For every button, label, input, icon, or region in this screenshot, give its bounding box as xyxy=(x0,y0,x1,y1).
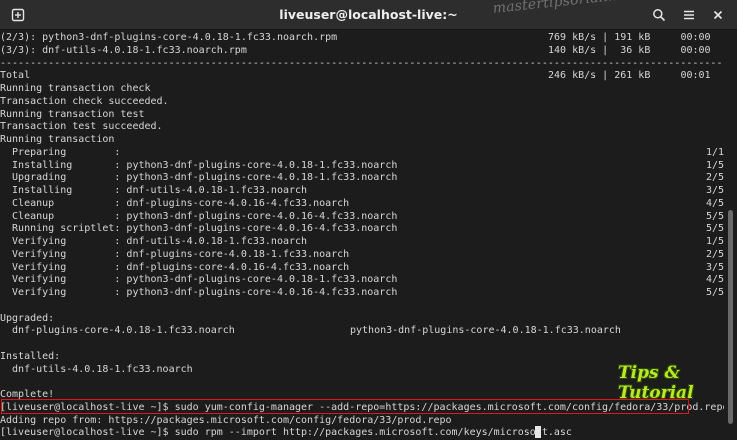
terminal-line-text: python3-dnf-plugins-core-4.0.18-1.fc33.n… xyxy=(350,325,621,337)
terminal-line: Transaction test succeeded. xyxy=(0,121,724,134)
close-icon xyxy=(713,10,723,20)
close-button[interactable] xyxy=(706,3,730,27)
terminal-line-text: 5/5 xyxy=(706,287,724,298)
terminal-line-text: 1/5 xyxy=(706,159,724,171)
terminal-line: Complete! xyxy=(0,389,724,402)
terminal-line-text: Verifying : dnf-plugins-core-4.0.18-1.fc… xyxy=(0,248,350,260)
terminal-line: Cleanup : dnf-plugins-core-4.0.16-4.fc33… xyxy=(0,198,724,211)
terminal-line: Running scriptlet: python3-dnf-plugins-c… xyxy=(0,223,724,236)
terminal-line-text: Transaction check succeeded. xyxy=(0,95,169,107)
terminal-line-text: Complete! xyxy=(0,389,55,400)
terminal-line-text: 1/5 xyxy=(706,236,724,247)
terminal-line: [liveuser@localhost-live ~]$ sudo rpm --… xyxy=(0,427,724,440)
terminal-line-text: 2/5 xyxy=(706,172,724,184)
terminal-line: Running transaction test xyxy=(0,109,724,122)
terminal-line-text: Upgrading : python3-dnf-plugins-core-4.0… xyxy=(0,172,398,184)
terminal-scrollbar[interactable] xyxy=(727,34,735,438)
terminal-line: Verifying : dnf-utils-4.0.18-1.fc33.noar… xyxy=(0,236,724,249)
terminal-line-text: 1/1 xyxy=(706,146,724,158)
terminal-line-text: (3/3): dnf-utils-4.0.18-1.fc33.noarch.rp… xyxy=(0,44,247,56)
terminal-line-text: Verifying : python3-dnf-plugins-core-4.0… xyxy=(0,274,398,286)
terminal-line-text: Transaction test succeeded. xyxy=(0,121,163,133)
terminal-line: Verifying : python3-dnf-plugins-core-4.0… xyxy=(0,287,724,300)
terminal-line: dnf-plugins-core-4.0.18-1.fc33.noarch pyt… xyxy=(0,325,724,338)
new-tab-button[interactable] xyxy=(5,3,31,27)
terminal-line-text: Total xyxy=(0,70,31,82)
terminal-line: dnf-utils-4.0.18-1.fc33.noarch xyxy=(0,364,724,377)
terminal-line-text: 4/5 xyxy=(706,274,724,286)
terminal-line: Installing : python3-dnf-plugins-core-4.… xyxy=(0,160,724,173)
terminal-line-text: 5/5 xyxy=(706,210,724,222)
terminal-line-text: Running transaction check xyxy=(0,83,151,94)
terminal-line-text: Installing : python3-dnf-plugins-core-4.… xyxy=(0,159,398,171)
new-tab-icon xyxy=(11,8,25,22)
terminal-line: (3/3): dnf-utils-4.0.18-1.fc33.noarch.rp… xyxy=(0,45,724,58)
terminal-line-text: dnf-plugins-core-4.0.18-1.fc33.noarch xyxy=(0,325,235,337)
terminal-line-text: (2/3): python3-dnf-plugins-core-4.0.18-1… xyxy=(0,32,338,43)
terminal-line: (2/3): python3-dnf-plugins-core-4.0.18-1… xyxy=(0,32,724,45)
terminal-line-text: 4/5 xyxy=(706,197,724,209)
terminal-line-text: Verifying : dnf-utils-4.0.18-1.fc33.noar… xyxy=(0,236,308,247)
terminal-line: Running transaction xyxy=(0,134,724,147)
search-icon xyxy=(653,9,666,22)
terminal-line: Preparing : 1/1 xyxy=(0,147,724,160)
terminal-line: Verifying : dnf-plugins-core-4.0.18-1.fc… xyxy=(0,249,724,262)
terminal-line-text: 5/5 xyxy=(706,223,724,235)
terminal-line-text: Installing : dnf-utils-4.0.18-1.fc33.noa… xyxy=(0,185,308,196)
terminal-line: Total 246 kB/s | 261 kB 00:01 xyxy=(0,70,724,83)
terminal-line-text: 769 kB/s | 191 kB 00:00 xyxy=(548,32,711,43)
terminal-line: Verifying : python3-dnf-plugins-core-4.0… xyxy=(0,274,724,287)
terminal-line-text: Upgraded: xyxy=(0,312,55,324)
terminal-line-text: dnf-utils-4.0.18-1.fc33.noarch xyxy=(0,363,193,375)
terminal-line-text: Verifying : dnf-plugins-core-4.0.16-4.fc… xyxy=(0,261,350,273)
terminal-line-text: 140 kB/s | 36 kB 00:00 xyxy=(548,44,711,56)
terminal-line: ----------------------------------------… xyxy=(0,58,724,71)
terminal-line-text: ----------------------------------------… xyxy=(0,57,723,69)
terminal-line: Cleanup : python3-dnf-plugins-core-4.0.1… xyxy=(0,211,724,224)
terminal-line-text: Running transaction test xyxy=(0,108,145,120)
terminal-line: Verifying : dnf-plugins-core-4.0.16-4.fc… xyxy=(0,262,724,275)
terminal-line: Adding repo from: https://packages.micro… xyxy=(0,415,724,428)
terminal-line-text: 3/5 xyxy=(706,261,724,273)
terminal-output[interactable]: (2/3): python3-dnf-plugins-core-4.0.18-1… xyxy=(0,32,724,440)
terminal-line-text: 246 kB/s | 261 kB 00:01 xyxy=(548,70,711,82)
terminal-line-text: Cleanup : python3-dnf-plugins-core-4.0.1… xyxy=(0,210,398,222)
terminal-line: [liveuser@localhost-live ~]$ sudo yum-co… xyxy=(0,402,724,415)
text-cursor xyxy=(535,426,541,438)
terminal-line-text: Running transaction xyxy=(0,134,115,145)
terminal-line: Upgraded: xyxy=(0,313,724,326)
terminal-line: Upgrading : python3-dnf-plugins-core-4.0… xyxy=(0,172,724,185)
terminal-line-text: 3/5 xyxy=(706,185,724,196)
terminal-line-text: Cleanup : dnf-plugins-core-4.0.16-4.fc33… xyxy=(0,197,350,209)
hamburger-menu-icon xyxy=(684,10,694,20)
terminal-line-text: Verifying : python3-dnf-plugins-core-4.0… xyxy=(0,287,398,298)
window-title: liveuser@localhost-live:~ xyxy=(279,7,458,22)
terminal-line-text: [liveuser@localhost-live ~]$ sudo yum-co… xyxy=(0,401,724,413)
terminal-line-text: Preparing : xyxy=(0,146,121,158)
terminal-line-text: Running scriptlet: python3-dnf-plugins-c… xyxy=(0,223,398,235)
search-button[interactable] xyxy=(646,3,672,27)
menu-button[interactable] xyxy=(676,3,702,27)
terminal-line-text: [liveuser@localhost-live ~]$ sudo rpm --… xyxy=(0,427,572,439)
terminal-line-text: Adding repo from: https://packages.micro… xyxy=(0,414,452,426)
terminal-line-text: Installed: xyxy=(0,350,61,362)
terminal-line: Transaction check succeeded. xyxy=(0,96,724,109)
terminal-line: Installing : dnf-utils-4.0.18-1.fc33.noa… xyxy=(0,185,724,198)
terminal-line: Installed: xyxy=(0,351,724,364)
title-bar: mastertipsorialindo.blogspot.com liveuse… xyxy=(0,0,737,30)
scrollbar-thumb[interactable] xyxy=(728,210,733,424)
terminal-line-text: 2/5 xyxy=(706,248,724,260)
terminal-window: mastertipsorialindo.blogspot.com liveuse… xyxy=(0,0,737,440)
terminal-line: Running transaction check xyxy=(0,83,724,96)
